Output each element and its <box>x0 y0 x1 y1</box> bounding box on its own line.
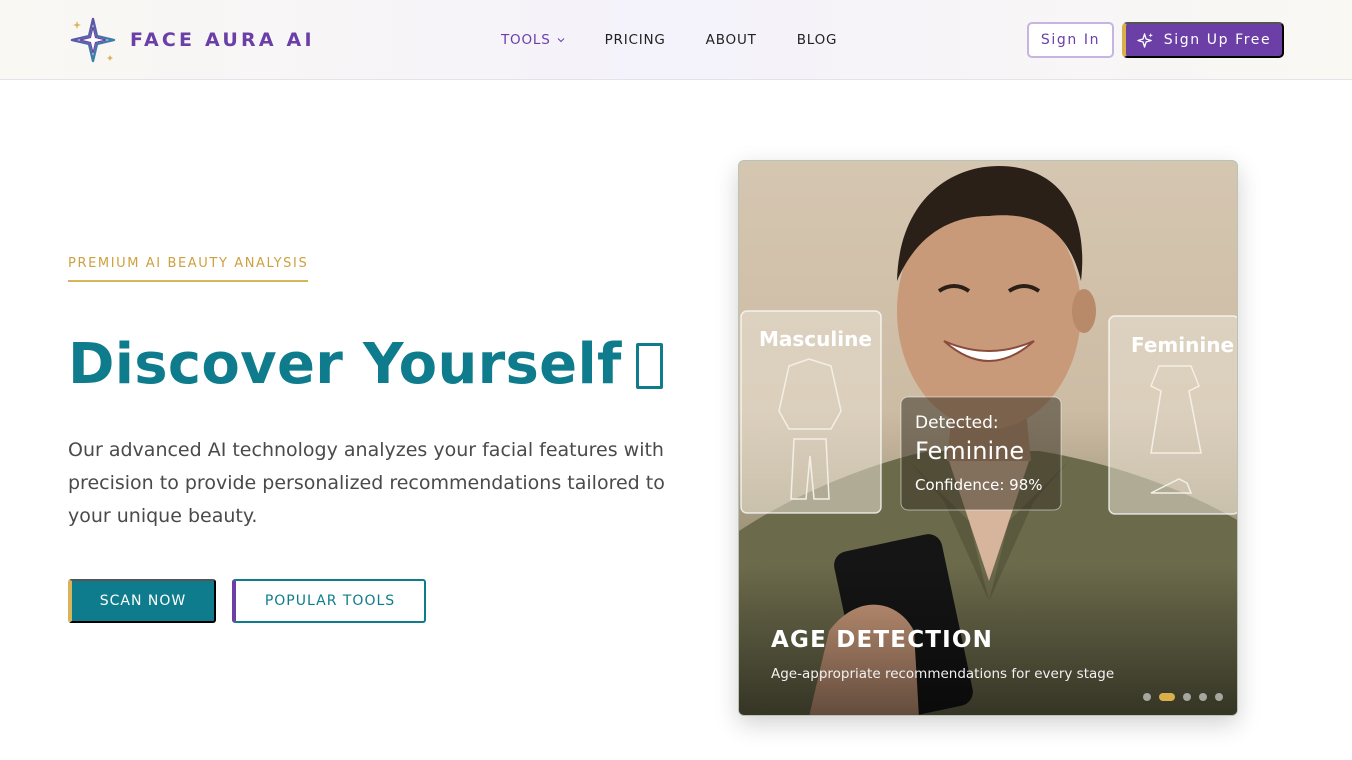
detected-label: Detected: <box>915 413 999 433</box>
detected-value: Feminine <box>915 437 1025 465</box>
carousel-dot[interactable] <box>1159 693 1175 701</box>
hero-description: Our advanced AI technology analyzes your… <box>68 439 665 527</box>
slide-subtitle: Age-appropriate recommendations for ever… <box>771 666 1115 682</box>
nav-item-label: BLOG <box>796 32 838 48</box>
chevron-down-icon <box>557 38 564 43</box>
scan-now-button[interactable]: SCAN NOW <box>68 579 216 623</box>
logo[interactable]: FACE AURA AI <box>70 17 315 63</box>
popular-tools-button[interactable]: POPULAR TOOLS <box>232 579 426 623</box>
slide-title: AGE DETECTION <box>771 627 994 653</box>
nav-item-tools[interactable]: TOOLS <box>501 32 565 48</box>
confidence-label: Confidence: 98% <box>915 476 1043 494</box>
missing-glyph-icon <box>635 343 663 389</box>
sparkle-star-logo-icon <box>70 17 116 63</box>
nav-item-label: PRICING <box>604 32 666 48</box>
nav-item-pricing[interactable]: PRICING <box>605 32 666 48</box>
feminine-card-label: Feminine <box>1131 333 1235 357</box>
headline-text: Discover Yourself <box>68 332 622 397</box>
hero-eyebrow: PREMIUM AI BEAUTY ANALYSIS <box>68 256 309 282</box>
nav-item-about[interactable]: ABOUT <box>706 32 757 48</box>
sign-in-button[interactable]: Sign In <box>1027 22 1114 58</box>
carousel-dot[interactable] <box>1199 693 1207 701</box>
nav-item-label: ABOUT <box>705 32 757 48</box>
nav-item-blog[interactable]: BLOG <box>797 32 838 48</box>
carousel-dot[interactable] <box>1215 693 1223 701</box>
carousel-dot[interactable] <box>1183 693 1191 701</box>
sign-up-label: Sign Up Free <box>1163 32 1272 48</box>
hero-headline: Discover Yourself <box>68 332 663 397</box>
sign-up-button[interactable]: Sign Up Free <box>1122 22 1284 58</box>
site-header: FACE AURA AI TOOLS PRICING ABOUT BLOG Si… <box>0 0 1352 80</box>
sparkles-icon <box>1137 32 1153 48</box>
nav-item-label: TOOLS <box>501 32 551 48</box>
carousel-dot[interactable] <box>1143 693 1151 701</box>
brand-name: FACE AURA AI <box>130 29 315 51</box>
masculine-card-label: Masculine <box>759 327 872 351</box>
hero-carousel[interactable]: Masculine Feminine Detected: Feminine Co… <box>738 160 1238 716</box>
main-nav: TOOLS PRICING ABOUT BLOG <box>501 0 877 80</box>
carousel-dots <box>1143 693 1231 701</box>
